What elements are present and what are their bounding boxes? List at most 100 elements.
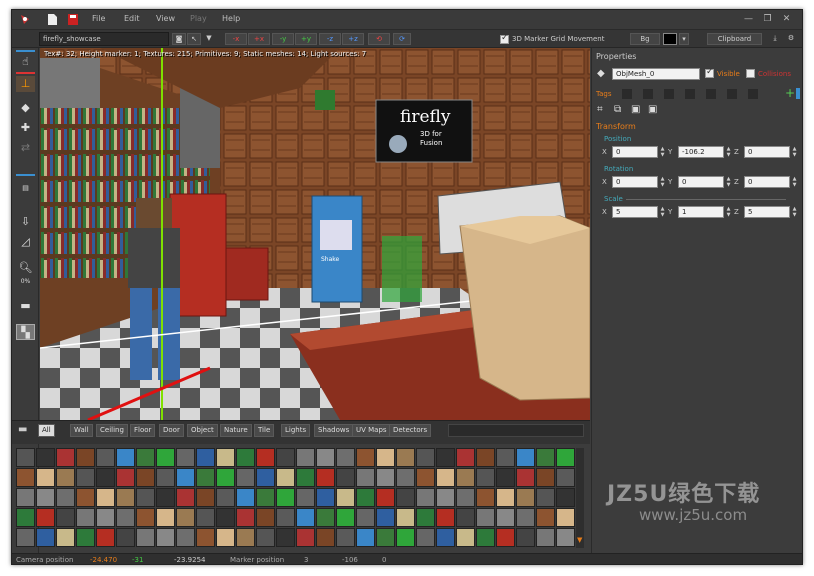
asset-tile[interactable] — [536, 508, 555, 527]
asset-tile[interactable] — [36, 488, 55, 507]
move-down-icon[interactable]: ⇩ — [16, 214, 35, 230]
asset-tile[interactable] — [56, 448, 75, 467]
asset-tile[interactable] — [336, 508, 355, 527]
filter-tab-floor[interactable]: Floor — [130, 424, 156, 437]
asset-tile[interactable] — [496, 528, 515, 547]
asset-tile[interactable] — [336, 528, 355, 547]
asset-tile[interactable] — [516, 508, 535, 527]
asset-tile[interactable] — [376, 468, 395, 487]
filter-icon[interactable]: ▼ — [202, 33, 216, 45]
restore-icon[interactable]: ❐ — [761, 13, 774, 25]
asset-tile[interactable] — [556, 488, 575, 507]
point-tool-icon[interactable]: ◆ — [16, 100, 35, 116]
asset-tile[interactable] — [96, 528, 115, 547]
asset-tile[interactable] — [396, 528, 415, 547]
asset-tile[interactable] — [336, 468, 355, 487]
asset-tile[interactable] — [356, 448, 375, 467]
position-y-field[interactable]: -106.2 — [678, 146, 724, 158]
asset-tile[interactable] — [56, 488, 75, 507]
asset-tile[interactable] — [516, 448, 535, 467]
asset-tile[interactable] — [476, 488, 495, 507]
filter-tab-uvmaps[interactable]: UV Maps — [352, 424, 391, 437]
bg-dropdown-icon[interactable]: ▾ — [679, 33, 689, 45]
filter-tab-door[interactable]: Door — [159, 424, 184, 437]
asset-tile[interactable] — [436, 508, 455, 527]
position-y-spinner[interactable]: ▲ ▼ — [725, 146, 732, 158]
asset-tile[interactable] — [56, 508, 75, 527]
asset-tile[interactable] — [36, 528, 55, 547]
asset-tile[interactable] — [36, 508, 55, 527]
asset-tile[interactable] — [16, 448, 35, 467]
asset-tile[interactable] — [196, 448, 215, 467]
rotation-y-field[interactable]: 0 — [678, 176, 724, 188]
asset-tile[interactable] — [156, 468, 175, 487]
asset-tile[interactable] — [176, 508, 195, 527]
asset-tile[interactable] — [76, 488, 95, 507]
asset-tile[interactable] — [256, 448, 275, 467]
asset-tile[interactable] — [436, 448, 455, 467]
scale-x-field[interactable]: 5 — [612, 206, 658, 218]
place-tool-icon[interactable]: ⊥ — [16, 76, 35, 92]
asset-tile[interactable] — [96, 468, 115, 487]
asset-tile[interactable] — [316, 488, 335, 507]
asset-tile[interactable] — [376, 448, 395, 467]
rotation-y-spinner[interactable]: ▲ ▼ — [725, 176, 732, 188]
asset-tile[interactable] — [456, 488, 475, 507]
asset-tile[interactable] — [416, 508, 435, 527]
filter-tab-wall[interactable]: Wall — [70, 424, 93, 437]
asset-tile[interactable] — [556, 448, 575, 467]
asset-tile[interactable] — [496, 508, 515, 527]
asset-tile[interactable] — [376, 488, 395, 507]
asset-tile[interactable] — [216, 488, 235, 507]
axis-minus-x-button[interactable]: -x — [225, 33, 247, 45]
asset-tile[interactable] — [516, 468, 535, 487]
palette-scrollbar[interactable]: ▼ — [576, 448, 584, 548]
scene-name-field[interactable]: firefly_showcase — [39, 32, 169, 46]
asset-tile[interactable] — [176, 468, 195, 487]
asset-tile[interactable] — [496, 448, 515, 467]
asset-tile[interactable] — [416, 448, 435, 467]
asset-tile[interactable] — [476, 448, 495, 467]
asset-tile[interactable] — [476, 468, 495, 487]
asset-tile[interactable] — [336, 488, 355, 507]
axis-minus-y-button[interactable]: -y — [272, 33, 294, 45]
menu-edit[interactable]: Edit — [124, 14, 140, 23]
asset-tile[interactable] — [156, 488, 175, 507]
tag-slots[interactable] — [622, 89, 772, 99]
asset-tile[interactable] — [16, 468, 35, 487]
scale-y-spinner[interactable]: ▲ ▼ — [725, 206, 732, 218]
asset-tile[interactable] — [356, 468, 375, 487]
asset-tile[interactable] — [56, 468, 75, 487]
asset-tile[interactable] — [196, 488, 215, 507]
paint-tool-icon[interactable]: ✚ — [16, 120, 35, 136]
asset-tile[interactable] — [116, 448, 135, 467]
asset-palette[interactable] — [16, 448, 576, 548]
asset-tile[interactable] — [296, 488, 315, 507]
asset-tile[interactable] — [476, 508, 495, 527]
asset-tile[interactable] — [536, 488, 555, 507]
asset-tile[interactable] — [216, 508, 235, 527]
asset-tile[interactable] — [156, 508, 175, 527]
asset-tile[interactable] — [516, 528, 535, 547]
eraser-tool-icon[interactable]: ▬ — [16, 298, 35, 314]
scene-render[interactable]: firefly 3D for Fusion Shake — [40, 48, 590, 420]
film-icon[interactable]: ▣ — [648, 104, 657, 115]
asset-tile[interactable] — [496, 488, 515, 507]
asset-tile[interactable] — [356, 508, 375, 527]
save-file-icon[interactable] — [67, 13, 79, 26]
asset-tile[interactable] — [496, 468, 515, 487]
asset-tile[interactable] — [76, 468, 95, 487]
asset-tile[interactable] — [476, 528, 495, 547]
asset-tile[interactable] — [256, 468, 275, 487]
filter-tab-nature[interactable]: Nature — [220, 424, 252, 437]
menu-help[interactable]: Help — [222, 14, 240, 23]
asset-tile[interactable] — [276, 488, 295, 507]
align-icon[interactable]: ⌗ — [597, 104, 603, 115]
asset-tile[interactable] — [296, 528, 315, 547]
filter-tab-lights[interactable]: Lights — [281, 424, 311, 437]
asset-tile[interactable] — [156, 528, 175, 547]
asset-tile[interactable] — [436, 468, 455, 487]
settings-gear-icon[interactable]: ⚙ — [784, 33, 798, 45]
asset-tile[interactable] — [136, 448, 155, 467]
cursor-icon[interactable]: ↖ — [187, 33, 201, 45]
